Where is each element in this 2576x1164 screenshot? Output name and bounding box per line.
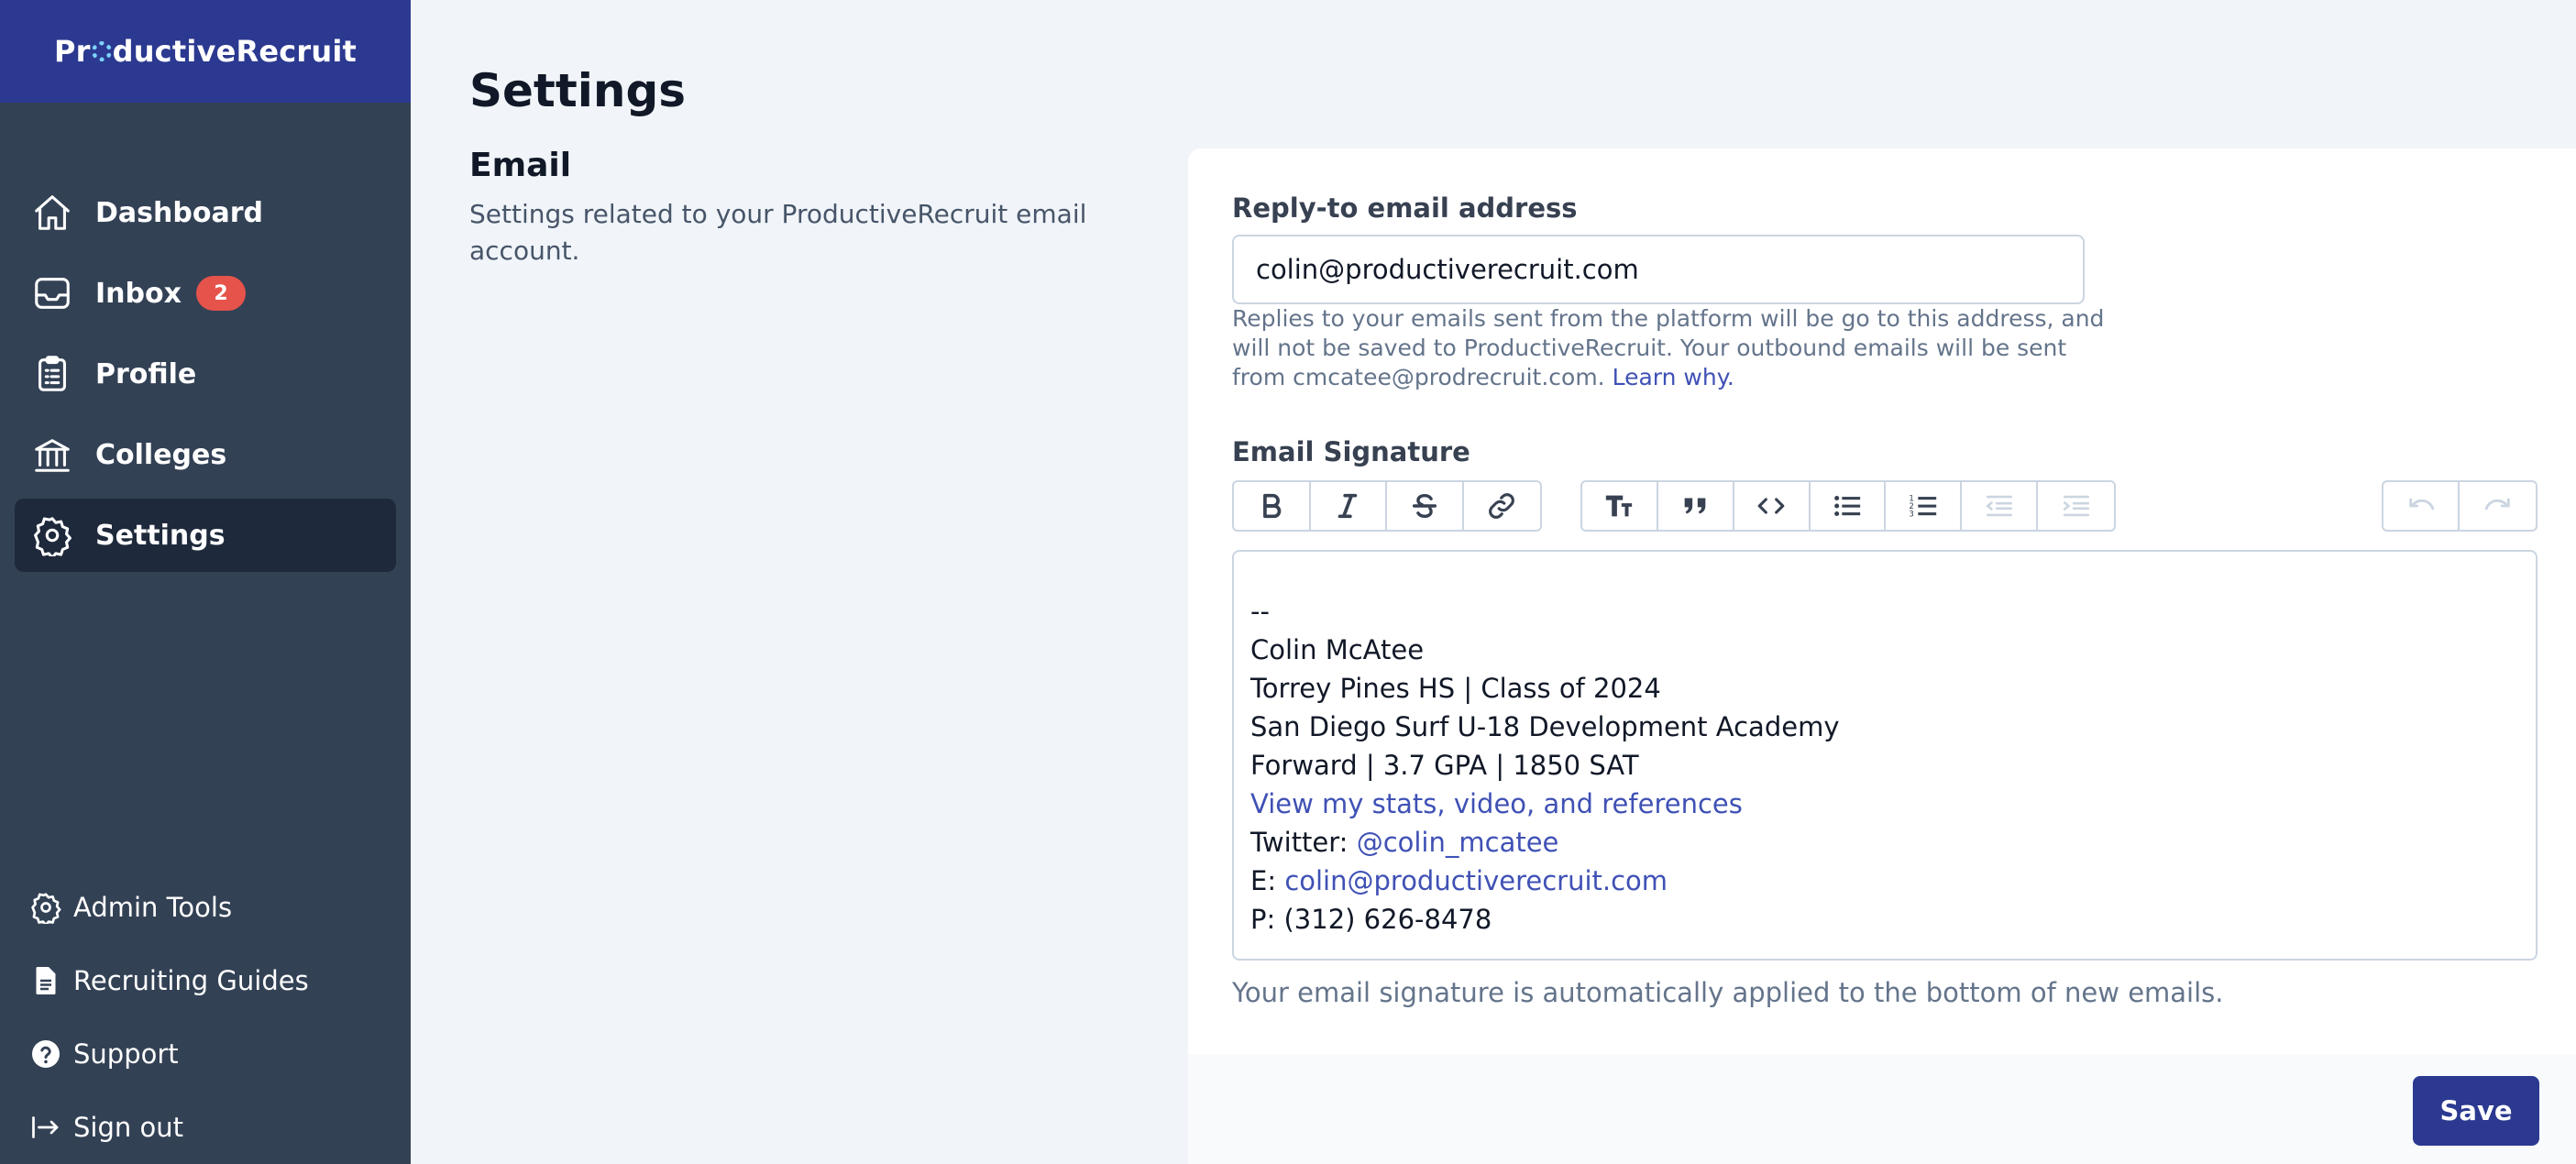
- italic-button[interactable]: [1311, 482, 1387, 530]
- brand-text-start: Pr: [53, 34, 91, 69]
- twitter-handle-link[interactable]: @colin_mcatee: [1357, 827, 1559, 858]
- brand-logo[interactable]: Pr ductiveRecruit: [0, 0, 411, 103]
- bullet-list-button[interactable]: [1811, 482, 1887, 530]
- indent-button[interactable]: [2038, 482, 2114, 530]
- format-toolbar-text: [1232, 480, 1542, 532]
- nav-label-settings: Settings: [95, 519, 226, 552]
- svg-text:3: 3: [1909, 510, 1913, 519]
- history-toolbar: [2382, 480, 2537, 532]
- numbered-list-button[interactable]: 123: [1886, 482, 1963, 530]
- code-icon: [1757, 498, 1785, 514]
- quote-button[interactable]: [1658, 482, 1734, 530]
- nav-item-inbox[interactable]: Inbox 2: [15, 257, 396, 330]
- signature-separator: --: [1250, 596, 1270, 627]
- nav-label-inbox: Inbox: [95, 277, 182, 310]
- logo-ball-icon: [91, 41, 112, 61]
- signature-club: San Diego Surf U-18 Development Academy: [1250, 711, 1840, 742]
- quote-icon: [1684, 498, 1706, 514]
- document-icon: [36, 967, 56, 994]
- brand-text-end: ductiveRecruit: [112, 34, 358, 69]
- undo-icon: [2408, 498, 2434, 511]
- signature-email-line: E: colin@productiverecruit.com: [1250, 862, 2519, 900]
- link-button[interactable]: [1464, 482, 1540, 530]
- inbox-icon: [35, 278, 70, 309]
- learn-why-link[interactable]: Learn why.: [1613, 364, 1734, 390]
- nav-item-sign-out[interactable]: Sign out: [29, 1091, 396, 1164]
- email-settings-card: Reply-to email address Replies to your e…: [1188, 148, 2576, 1164]
- signature-twitter-line: Twitter: @colin_mcatee: [1250, 823, 2519, 862]
- nav-label-colleges: Colleges: [95, 438, 227, 471]
- indent-icon: [2063, 495, 2089, 517]
- undo-button[interactable]: [2383, 482, 2460, 530]
- building-columns-icon: [35, 439, 70, 472]
- clipboard-icon: [39, 356, 66, 391]
- signature-help-text: Your email signature is automatically ap…: [1232, 977, 2224, 1008]
- nav-item-dashboard[interactable]: Dashboard: [15, 176, 396, 249]
- nav-label-sign-out: Sign out: [73, 1112, 183, 1143]
- nav-label-dashboard: Dashboard: [95, 196, 263, 229]
- signature-editor[interactable]: -- Colin McAtee Torrey Pines HS | Class …: [1232, 550, 2537, 961]
- italic-icon: [1338, 493, 1358, 519]
- format-toolbar-block: 123: [1580, 480, 2116, 532]
- nav-label-admin-tools: Admin Tools: [73, 892, 233, 923]
- bold-button[interactable]: [1234, 482, 1311, 530]
- section-description: Settings related to your ProductiveRecru…: [469, 199, 1087, 266]
- reply-to-help-text: Replies to your emails sent from the pla…: [1232, 304, 2112, 392]
- sign-out-icon: [32, 1116, 59, 1138]
- section-title: Email: [469, 147, 572, 184]
- link-icon: [1489, 493, 1515, 519]
- card-footer: [1188, 1054, 2576, 1164]
- gear-icon: [31, 893, 61, 924]
- nav-item-settings[interactable]: Settings: [15, 499, 396, 572]
- page-title: Settings: [469, 64, 687, 117]
- nav-item-colleges[interactable]: Colleges: [15, 418, 396, 491]
- signature-name: Colin McAtee: [1250, 634, 1425, 665]
- numbered-list-icon: 123: [1909, 494, 1937, 519]
- secondary-nav: Admin Tools Recruiting Guides Support Si…: [29, 871, 396, 1164]
- redo-button[interactable]: [2460, 482, 2536, 530]
- strikethrough-button[interactable]: [1387, 482, 1464, 530]
- reply-to-email-input[interactable]: [1232, 235, 2085, 304]
- signature-label: Email Signature: [1232, 436, 1470, 467]
- main-nav: Dashboard Inbox 2 Profile Colleges Setti…: [15, 176, 396, 579]
- nav-item-support[interactable]: Support: [29, 1017, 396, 1091]
- redo-icon: [2484, 498, 2510, 511]
- question-circle-icon: [32, 1040, 60, 1068]
- signature-stats: Forward | 3.7 GPA | 1850 SAT: [1250, 750, 1639, 781]
- outdent-icon: [1985, 495, 2012, 517]
- outdent-button[interactable]: [1962, 482, 2039, 530]
- heading-button[interactable]: [1582, 482, 1658, 530]
- nav-label-profile: Profile: [95, 357, 197, 390]
- nav-item-admin-tools[interactable]: Admin Tools: [29, 871, 396, 944]
- sidebar: Pr ductiveRecruit Dashboard Inbox 2 Profi…: [0, 0, 411, 1164]
- nav-item-profile[interactable]: Profile: [15, 337, 396, 411]
- code-button[interactable]: [1734, 482, 1811, 530]
- signature-profile-link[interactable]: View my stats, video, and references: [1250, 788, 1743, 819]
- signature-email-link[interactable]: colin@productiverecruit.com: [1284, 865, 1668, 896]
- reply-to-label: Reply-to email address: [1232, 192, 1578, 224]
- signature-school: Torrey Pines HS | Class of 2024: [1250, 673, 1661, 704]
- gear-icon: [34, 517, 72, 556]
- nav-label-support: Support: [73, 1038, 179, 1070]
- heading-icon: [1606, 495, 1633, 517]
- inbox-count-badge: 2: [195, 276, 246, 311]
- nav-item-recruiting-guides[interactable]: Recruiting Guides: [29, 944, 396, 1017]
- home-icon: [35, 195, 70, 230]
- email-prefix: E:: [1250, 865, 1285, 896]
- bold-icon: [1262, 493, 1282, 519]
- save-button[interactable]: Save: [2413, 1076, 2539, 1146]
- strikethrough-icon: [1412, 493, 1437, 519]
- nav-label-recruiting-guides: Recruiting Guides: [73, 965, 309, 996]
- twitter-prefix: Twitter:: [1250, 827, 1357, 858]
- signature-phone: P: (312) 626-8478: [1250, 904, 1492, 935]
- bullet-list-icon: [1834, 495, 1861, 517]
